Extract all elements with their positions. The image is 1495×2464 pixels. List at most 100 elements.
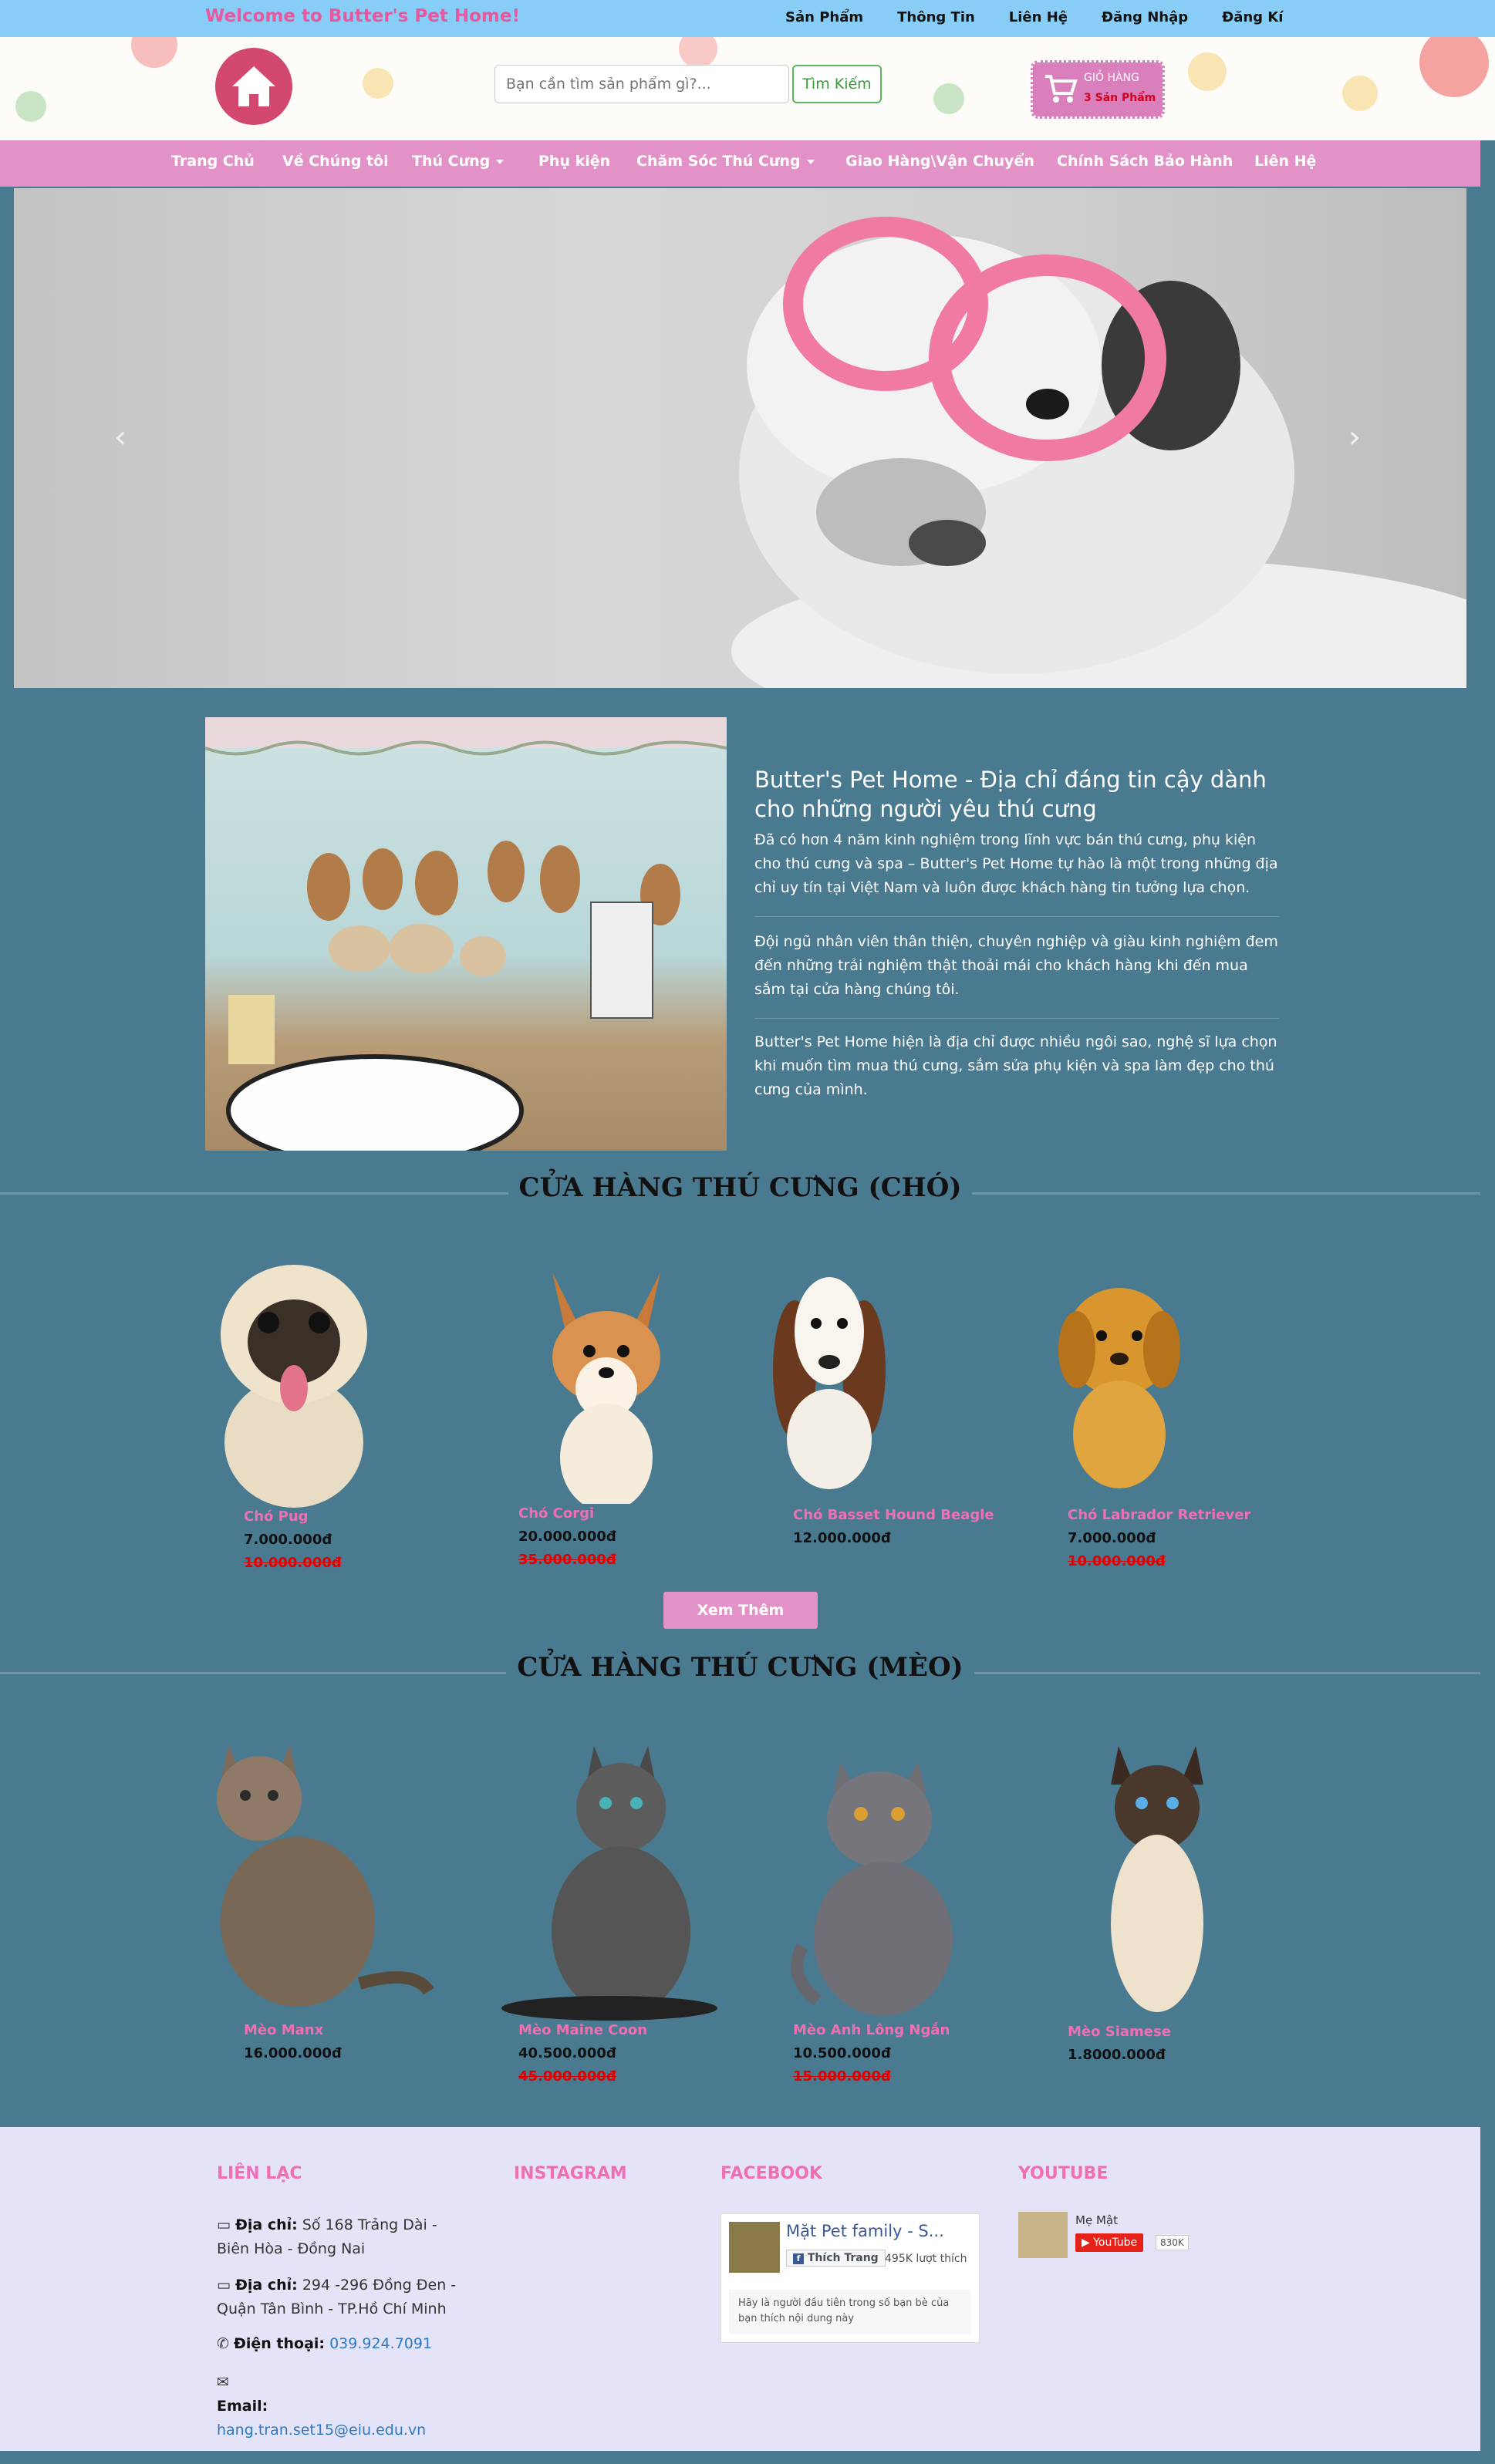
pet-name[interactable]: Chó Labrador Retriever	[1068, 1507, 1250, 1523]
address-label: Địa chỉ:	[235, 2216, 298, 2233]
home-icon	[232, 66, 275, 106]
cats-section-title-text: CỬA HÀNG THÚ CƯNG (MÈO)	[506, 1652, 974, 1683]
pet-price: 7.000.000đ	[1068, 1530, 1156, 1546]
top-links: Sản Phẩm Thông Tin Liên Hệ Đăng Nhập Đăn…	[785, 9, 1317, 25]
hero-carousel: ‹ ›	[14, 188, 1466, 688]
facebook-note: Hãy là người đầu tiên trong số bạn bè củ…	[729, 2290, 971, 2334]
pet-old-price: 10.000.000đ	[244, 1555, 342, 1571]
pet-price: 7.000.000đ	[244, 1532, 332, 1548]
about-paragraph: Butter's Pet Home hiện là địa chỉ được n…	[754, 1033, 1277, 1098]
search-button[interactable]: Tìm Kiếm	[792, 65, 882, 103]
about-divider	[754, 1018, 1279, 1019]
nav-pet-care-label: Chăm Sóc Thú Cưng	[636, 153, 801, 170]
pet-price: 40.500.000đ	[518, 2045, 616, 2061]
header: Tìm Kiếm GIỎ HÀNG 3 Sản Phẩm	[0, 37, 1495, 140]
phone-icon: ✆	[217, 2335, 229, 2352]
view-more-button[interactable]: Xem Thêm	[663, 1592, 818, 1629]
pet-name[interactable]: Mèo Maine Coon	[518, 2022, 647, 2038]
footer-instagram-title: INSTAGRAM	[514, 2164, 627, 2183]
pet-name[interactable]: Chó Basset Hound Beagle	[793, 1507, 994, 1523]
facebook-like-button[interactable]: f Thích Trang	[786, 2250, 886, 2267]
nav-home[interactable]: Trang Chủ	[171, 153, 255, 170]
footer-youtube-title: YOUTUBE	[1018, 2164, 1109, 2183]
search-input[interactable]	[494, 65, 789, 103]
header-decoration	[679, 37, 717, 68]
dogs-section-title: CỬA HÀNG THÚ CƯNG (CHÓ)	[0, 1172, 1480, 1203]
british-shorthair-image[interactable]	[787, 1746, 972, 2024]
pet-name[interactable]: Chó Corgi	[518, 1505, 594, 1522]
hero-image	[731, 217, 1466, 688]
footer-phone: ✆ Điện thoại: 039.924.7091	[217, 2332, 471, 2356]
facebook-icon: f	[793, 2253, 804, 2264]
footer-email: ✉ Email: hang.tran.set15@eiu.edu.vn	[217, 2371, 471, 2442]
facebook-like-label: Thích Trang	[807, 2252, 879, 2264]
basset-image[interactable]	[764, 1262, 895, 1493]
phone-link[interactable]: 039.924.7091	[329, 2335, 432, 2352]
header-decoration	[131, 37, 177, 68]
nav-pet-care[interactable]: Chăm Sóc Thú Cưng	[636, 153, 815, 170]
corgi-image[interactable]	[537, 1257, 676, 1504]
pet-price: 10.500.000đ	[793, 2045, 891, 2061]
main-nav: Trang Chủ Về Chúng tôi Thú Cưng Phụ kiện…	[0, 140, 1480, 187]
top-link-products[interactable]: Sản Phẩm	[785, 9, 863, 25]
facebook-like-count: 495K lượt thích	[885, 2253, 967, 2265]
about-image	[205, 717, 727, 1151]
caret-down-icon	[496, 159, 505, 164]
header-decoration	[1188, 52, 1227, 91]
nav-pets[interactable]: Thú Cưng	[412, 153, 505, 170]
pet-name[interactable]: Mèo Manx	[244, 2022, 323, 2038]
header-decoration	[933, 83, 964, 114]
about-illustration	[205, 717, 727, 1151]
top-link-contact[interactable]: Liên Hệ	[1009, 9, 1068, 25]
pet-old-price: 15.000.000đ	[793, 2068, 891, 2085]
youtube-subscribe-button[interactable]: ▶ YouTube	[1075, 2233, 1144, 2252]
pet-name[interactable]: Chó Pug	[244, 1508, 309, 1525]
youtube-button-label: YouTube	[1093, 2236, 1138, 2249]
pet-name[interactable]: Mèo Siamese	[1068, 2024, 1171, 2040]
header-decoration	[1342, 76, 1378, 111]
footer-facebook-title: FACEBOOK	[721, 2164, 822, 2183]
pet-old-price: 45.000.000đ	[518, 2068, 616, 2085]
pet-name[interactable]: Mèo Anh Lông Ngắn	[793, 2022, 950, 2038]
facebook-page-name[interactable]: Mặt Pet family - S...	[786, 2222, 944, 2240]
manx-image[interactable]	[205, 1737, 437, 2022]
welcome-text: Welcome to Butter's Pet Home!	[205, 6, 520, 26]
address-label: Địa chỉ:	[235, 2277, 298, 2294]
nav-accessories[interactable]: Phụ kiện	[538, 153, 610, 170]
pet-old-price: 10.000.000đ	[1068, 1553, 1166, 1569]
map-icon: ▭	[217, 2216, 231, 2233]
youtube-icon: ▶	[1082, 2236, 1090, 2249]
maine-coon-image[interactable]	[494, 1738, 725, 2024]
carousel-next-icon[interactable]: ›	[1348, 420, 1361, 455]
cart-button[interactable]: GIỎ HÀNG 3 Sản Phẩm	[1031, 60, 1165, 119]
youtube-subscriber-count: 830K	[1156, 2235, 1189, 2250]
nav-contact[interactable]: Liên Hệ	[1254, 153, 1316, 170]
pet-old-price: 35.000.000đ	[518, 1552, 616, 1568]
map-icon: ▭	[217, 2277, 231, 2294]
pug-image[interactable]	[205, 1249, 383, 1512]
caret-down-icon	[806, 159, 815, 164]
nav-shipping[interactable]: Giao Hàng\Vận Chuyển	[845, 153, 1034, 170]
top-bar: Welcome to Butter's Pet Home! Sản Phẩm T…	[0, 0, 1495, 37]
footer-contact-title: LIÊN LẠC	[217, 2164, 302, 2183]
nav-about[interactable]: Về Chúng tôi	[282, 153, 389, 170]
labrador-image[interactable]	[1046, 1272, 1193, 1496]
youtube-channel-name: Mẹ Mật	[1075, 2213, 1118, 2227]
pet-price: 20.000.000đ	[518, 1529, 616, 1545]
siamese-image[interactable]	[1095, 1738, 1219, 2024]
nav-warranty[interactable]: Chính Sách Bảo Hành	[1057, 153, 1233, 170]
footer: LIÊN LẠC INSTAGRAM FACEBOOK YOUTUBE ▭ Đị…	[0, 2127, 1480, 2451]
cats-section-title: CỬA HÀNG THÚ CƯNG (MÈO)	[0, 1652, 1480, 1683]
carousel-prev-icon[interactable]: ‹	[114, 420, 127, 455]
pet-price: 12.000.000đ	[793, 1530, 891, 1546]
cart-icon	[1045, 75, 1078, 103]
phone-label: Điện thoại:	[233, 2335, 326, 2352]
email-link[interactable]: hang.tran.set15@eiu.edu.vn	[217, 2422, 426, 2439]
about-title: Butter's Pet Home - Địa chỉ đáng tin cậy…	[754, 767, 1267, 822]
header-decoration	[15, 91, 46, 122]
home-logo[interactable]	[215, 48, 292, 125]
top-link-info[interactable]: Thông Tin	[897, 9, 975, 25]
nav-pets-label: Thú Cưng	[412, 153, 491, 170]
top-link-login[interactable]: Đăng Nhập	[1102, 9, 1188, 25]
top-link-register[interactable]: Đăng Kí	[1222, 9, 1283, 25]
